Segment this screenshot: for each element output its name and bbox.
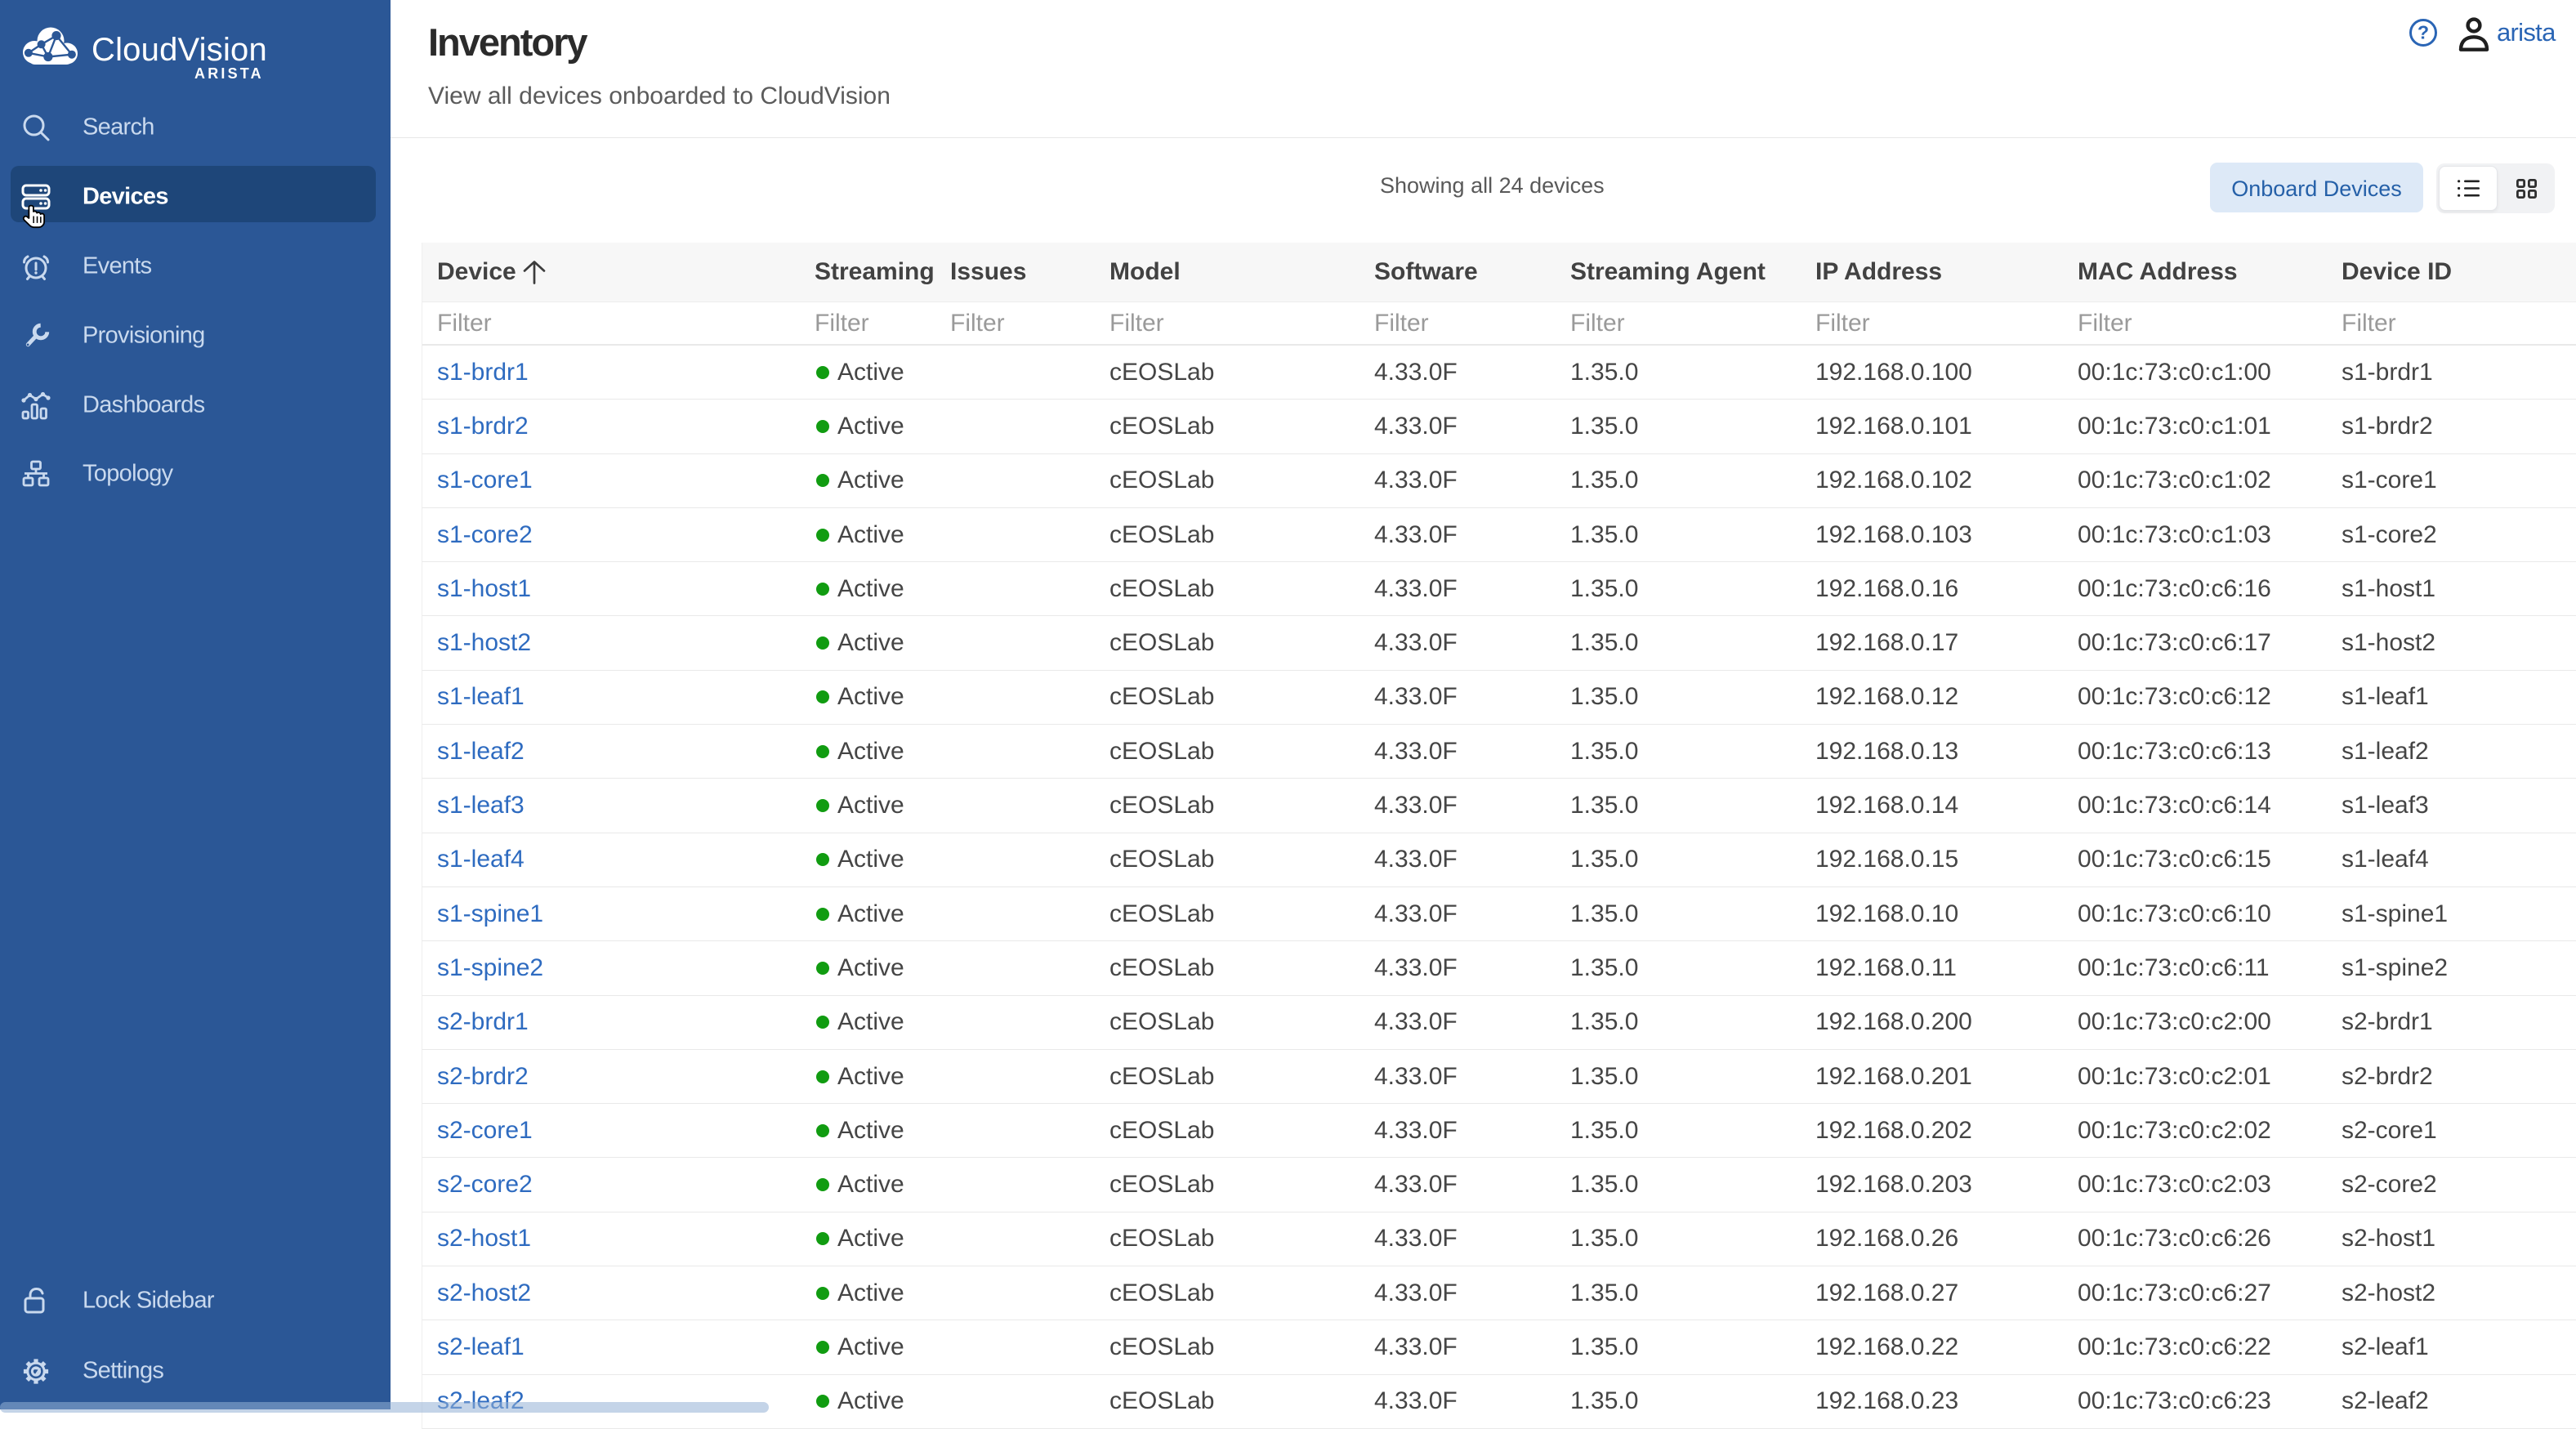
svg-text:?: ? [2418, 22, 2429, 43]
